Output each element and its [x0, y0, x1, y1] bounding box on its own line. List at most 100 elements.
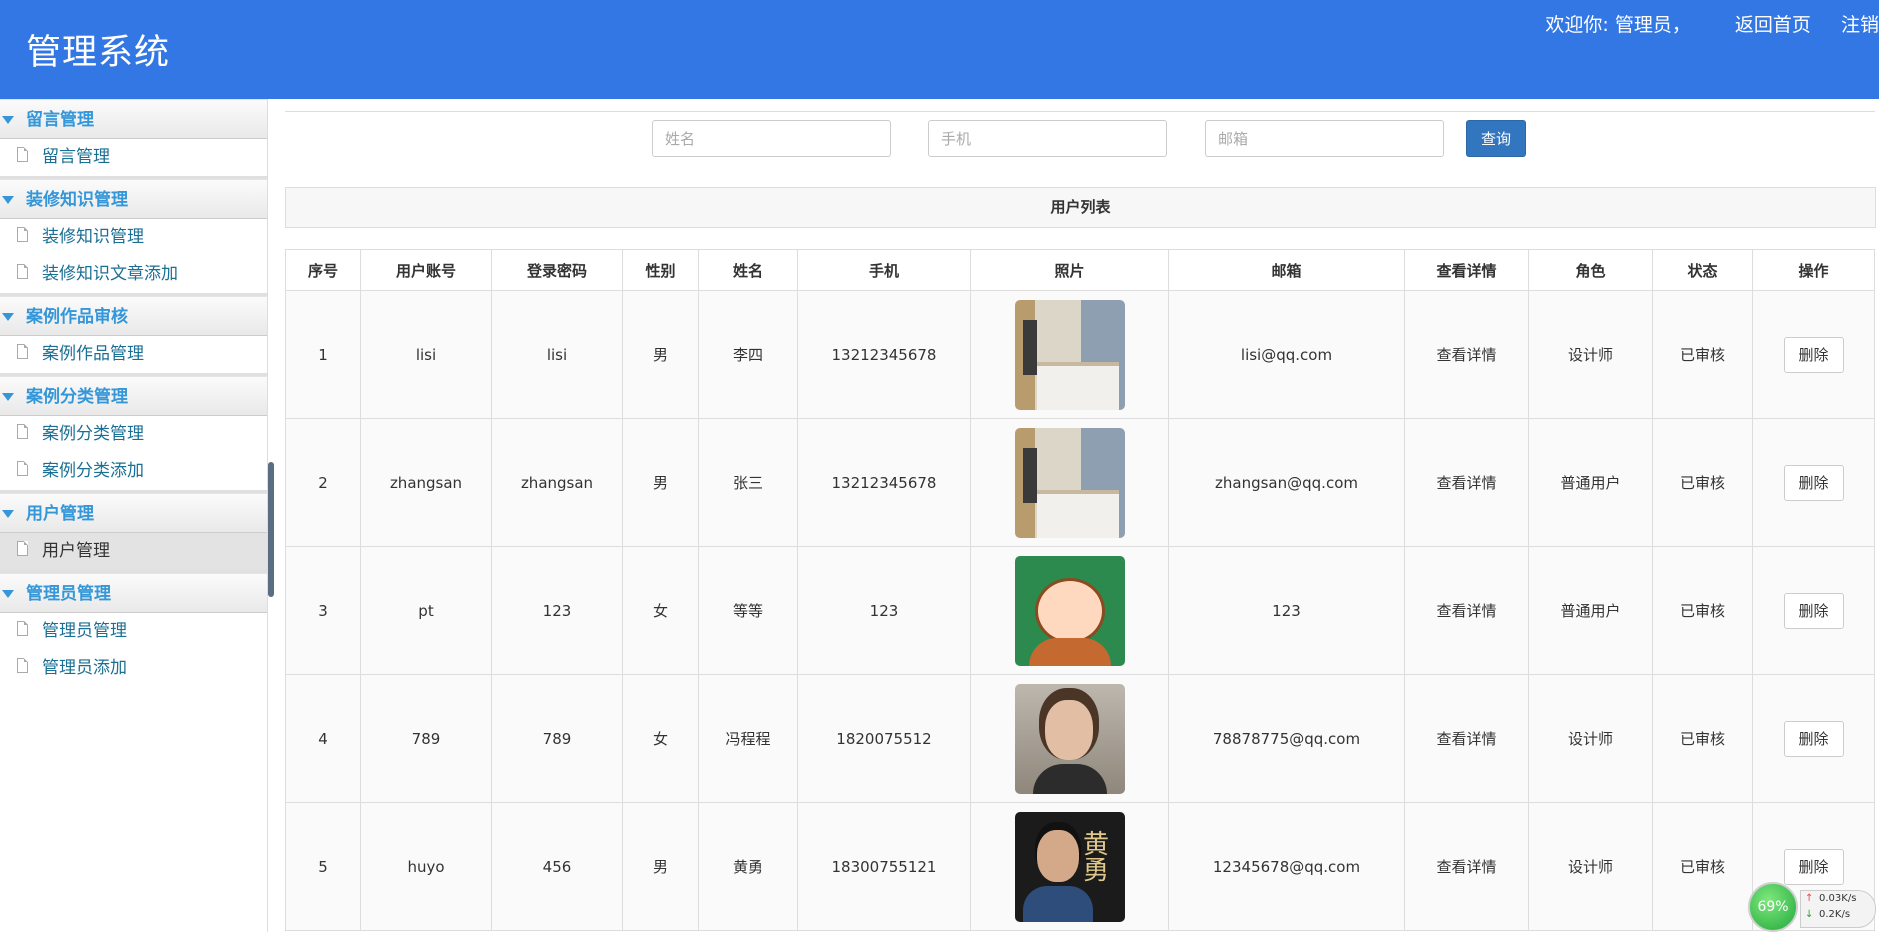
cell-account: pt	[360, 546, 492, 675]
sidebar-item-admin-manage[interactable]: 管理员管理	[0, 613, 267, 650]
sidebar-resize-handle[interactable]	[268, 462, 274, 597]
cell-role: 普通用户	[1528, 418, 1653, 547]
delete-button[interactable]: 删除	[1783, 720, 1844, 757]
cell-phone: 13212345678	[797, 418, 971, 547]
column-header: 操作	[1752, 249, 1875, 291]
email-search-input[interactable]	[1205, 120, 1444, 157]
cell-password: zhangsan	[491, 418, 623, 547]
view-detail-link[interactable]: 查看详情	[1436, 858, 1496, 876]
cell-detail: 查看详情	[1404, 418, 1529, 547]
sidebar-group-case-review[interactable]: 案例作品审核	[0, 296, 267, 336]
sidebar-item-category-manage[interactable]: 案例分类管理	[0, 416, 267, 453]
search-button[interactable]: 查询	[1466, 120, 1526, 157]
page-icon	[17, 658, 28, 673]
sidebar-item-label: 案例分类管理	[42, 424, 144, 444]
name-search-input[interactable]	[652, 120, 891, 157]
delete-button[interactable]: 删除	[1783, 464, 1844, 501]
sidebar-item-knowledge-add[interactable]: 装修知识文章添加	[0, 256, 267, 296]
page-icon	[17, 541, 28, 556]
sidebar-item-case-manage[interactable]: 案例作品管理	[0, 336, 267, 376]
cell-action: 删除	[1752, 418, 1875, 547]
table-row: 4 789 789 女 冯程程 1820075512 78878775@qq.c…	[285, 674, 1875, 803]
download-speed: ↓ 0.2K/s	[1801, 907, 1875, 923]
cell-password: 789	[491, 674, 623, 803]
sidebar-item-label: 案例作品管理	[42, 344, 144, 364]
view-detail-link[interactable]: 查看详情	[1436, 602, 1496, 620]
cell-phone: 18300755121	[797, 802, 971, 931]
cell-status: 已审核	[1652, 546, 1753, 675]
delete-button[interactable]: 删除	[1783, 848, 1844, 885]
man-portrait-photo: 黄勇	[1014, 811, 1125, 922]
sidebar-item-message-manage[interactable]: 留言管理	[0, 139, 267, 179]
home-link[interactable]: 返回首页	[1735, 10, 1811, 37]
caret-down-icon	[2, 590, 14, 598]
cell-gender: 女	[622, 674, 699, 803]
arrow-up-icon: ↑	[1805, 893, 1814, 904]
sidebar-group-label: 案例分类管理	[26, 387, 128, 407]
header-user-area: 欢迎你: 管理员， 返回首页 注销	[1545, 10, 1879, 37]
cell-email: lisi@qq.com	[1168, 290, 1405, 419]
column-header: 用户账号	[360, 249, 492, 291]
column-header: 姓名	[698, 249, 798, 291]
table-row: 1 lisi lisi 男 李四 13212345678 lisi@qq.com…	[285, 290, 1875, 419]
cell-detail: 查看详情	[1404, 290, 1529, 419]
cell-phone: 1820075512	[797, 674, 971, 803]
sidebar-group-users[interactable]: 用户管理	[0, 493, 267, 533]
cell-no: 5	[285, 802, 361, 931]
logout-link[interactable]: 注销	[1841, 10, 1879, 37]
sidebar: 留言管理 留言管理 装修知识管理 装修知识管理 装修知识文章添加 案例作品审核 …	[0, 99, 268, 932]
divider	[285, 111, 1875, 112]
caret-down-icon	[2, 393, 14, 401]
cell-gender: 男	[622, 418, 699, 547]
cell-detail: 查看详情	[1404, 674, 1529, 803]
arrow-down-icon: ↓	[1805, 909, 1814, 920]
sidebar-item-category-add[interactable]: 案例分类添加	[0, 453, 267, 493]
view-detail-link[interactable]: 查看详情	[1436, 474, 1496, 492]
page-icon	[17, 344, 28, 359]
delete-button[interactable]: 删除	[1783, 336, 1844, 373]
cell-account: zhangsan	[360, 418, 492, 547]
cell-gender: 男	[622, 290, 699, 419]
sidebar-group-admins[interactable]: 管理员管理	[0, 573, 267, 613]
sidebar-item-knowledge-manage[interactable]: 装修知识管理	[0, 219, 267, 256]
sidebar-item-label: 管理员管理	[42, 621, 127, 641]
delete-button[interactable]: 删除	[1783, 592, 1844, 629]
network-usage-gauge: 69%	[1748, 882, 1798, 932]
sidebar-group-category[interactable]: 案例分类管理	[0, 376, 267, 416]
sidebar-item-user-manage[interactable]: 用户管理	[0, 533, 267, 573]
column-header: 登录密码	[491, 249, 623, 291]
column-header: 角色	[1528, 249, 1653, 291]
sidebar-group-label: 案例作品审核	[26, 307, 128, 327]
sidebar-item-admin-add[interactable]: 管理员添加	[0, 650, 267, 687]
cell-email: zhangsan@qq.com	[1168, 418, 1405, 547]
list-title: 用户列表	[285, 187, 1876, 228]
sidebar-item-label: 装修知识管理	[42, 227, 144, 247]
sidebar-group-message[interactable]: 留言管理	[0, 99, 267, 139]
room-photo	[1014, 427, 1125, 538]
cell-password: 123	[491, 546, 623, 675]
cell-action: 删除	[1752, 546, 1875, 675]
page-icon	[17, 424, 28, 439]
woman-portrait-photo	[1014, 683, 1125, 794]
user-table: 序号 用户账号 登录密码 性别 姓名 手机 照片 邮箱 查看详情 角色 状态 操…	[285, 249, 1875, 931]
app-title: 管理系统	[26, 33, 171, 73]
cell-status: 已审核	[1652, 802, 1753, 931]
cell-photo: 黄勇	[970, 802, 1169, 931]
cell-account: lisi	[360, 290, 492, 419]
cell-phone: 123	[797, 546, 971, 675]
page-icon	[17, 461, 28, 476]
cell-detail: 查看详情	[1404, 546, 1529, 675]
table-header-row: 序号 用户账号 登录密码 性别 姓名 手机 照片 邮箱 查看详情 角色 状态 操…	[285, 249, 1875, 291]
phone-search-input[interactable]	[928, 120, 1167, 157]
column-header: 邮箱	[1168, 249, 1405, 291]
cell-photo	[970, 546, 1169, 675]
cell-email: 123	[1168, 546, 1405, 675]
view-detail-link[interactable]: 查看详情	[1436, 346, 1496, 364]
network-speed-widget[interactable]: 69% ↑ 0.03K/s ↓ 0.2K/s	[1748, 882, 1879, 932]
sidebar-group-knowledge[interactable]: 装修知识管理	[0, 179, 267, 219]
cell-account: 789	[360, 674, 492, 803]
cell-email: 12345678@qq.com	[1168, 802, 1405, 931]
cartoon-girl-photo	[1014, 555, 1125, 666]
view-detail-link[interactable]: 查看详情	[1436, 730, 1496, 748]
cell-account: huyo	[360, 802, 492, 931]
